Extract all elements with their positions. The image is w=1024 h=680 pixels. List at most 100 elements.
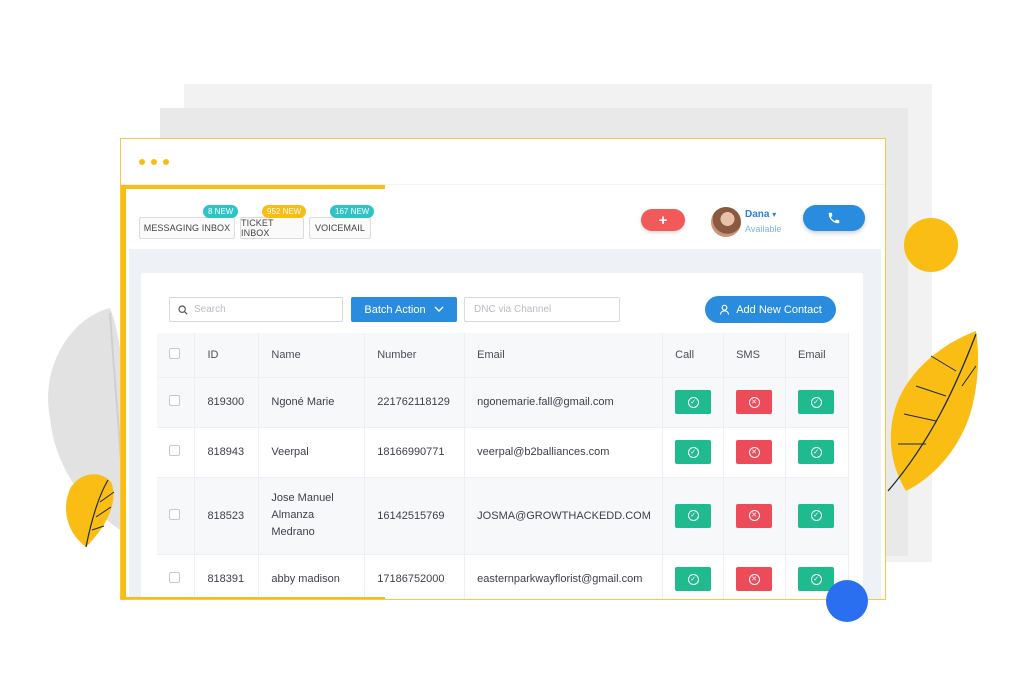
window-dot[interactable] — [151, 159, 157, 165]
column-header-number[interactable]: Number — [364, 333, 466, 377]
cell-name: Veerpal — [258, 426, 366, 477]
row-select-cell — [157, 553, 196, 599]
cell-email: JOSMA@GROWTHACKEDD.COM — [464, 476, 664, 554]
contacts-panel: Search Batch Action DNC via Channel Add … — [141, 273, 863, 599]
table-row[interactable]: 819300 Ngoné Marie 221762118129 ngonemar… — [157, 376, 849, 427]
row-select-cell — [157, 476, 196, 554]
sms-blocked-button[interactable]: ✕ — [736, 503, 773, 528]
phone-button[interactable] — [803, 205, 865, 231]
batch-action-dropdown[interactable]: Batch Action — [351, 297, 457, 322]
cell-email: easternparkwayflorist@gmail.com — [464, 553, 664, 599]
row-checkbox[interactable] — [169, 445, 180, 456]
cell-email: veerpal@b2balliances.com — [464, 426, 664, 477]
table-row[interactable]: 818391 abby madison 17186752000 easternp… — [157, 553, 849, 599]
cell-name: Jose Manuel Almanza Medrano — [258, 476, 366, 554]
chat-widget-button[interactable] — [826, 580, 868, 622]
cell-email: ngonemarie.fall@gmail.com — [464, 376, 664, 427]
cell-call: ✓ — [662, 553, 725, 599]
check-circle-icon: ✓ — [810, 446, 822, 458]
row-select-cell — [157, 426, 196, 477]
x-circle-icon: ✕ — [748, 446, 760, 458]
window-dot[interactable] — [139, 159, 145, 165]
cell-name: Ngoné Marie — [258, 376, 366, 427]
messaging-new-badge: 8 NEW — [203, 205, 239, 218]
dnc-channel-input[interactable]: DNC via Channel — [464, 297, 620, 322]
cell-id: 818523 — [194, 476, 260, 554]
call-allowed-button[interactable]: ✓ — [675, 440, 712, 464]
cell-id: 819300 — [194, 376, 260, 427]
cell-call: ✓ — [662, 376, 725, 427]
batch-action-label: Batch Action — [364, 303, 426, 316]
tab-voicemail[interactable]: VOICEMAIL — [309, 217, 371, 239]
row-checkbox[interactable] — [169, 572, 180, 584]
column-header-email[interactable]: Email — [464, 333, 664, 377]
add-button[interactable]: + — [641, 209, 685, 231]
sms-blocked-button[interactable]: ✕ — [736, 390, 773, 414]
table-row[interactable]: 818943 Veerpal 18166990771 veerpal@b2bal… — [157, 426, 849, 477]
column-header-sms[interactable]: SMS — [723, 333, 787, 377]
call-allowed-button[interactable]: ✓ — [675, 503, 712, 528]
tab-messaging-inbox[interactable]: MESSAGING INBOX — [139, 217, 235, 239]
screenshot-stage: MESSAGING INBOX 8 NEW TICKET INBOX 952 N… — [0, 0, 1024, 680]
cell-name: abby madison — [258, 553, 366, 599]
column-header-id[interactable]: ID — [194, 333, 260, 377]
sms-blocked-button[interactable]: ✕ — [736, 440, 773, 464]
email-allowed-button[interactable]: ✓ — [798, 567, 835, 592]
window-dot[interactable] — [163, 159, 169, 165]
row-checkbox[interactable] — [169, 508, 180, 520]
table-row[interactable]: 818523 Jose Manuel Almanza Medrano 16142… — [157, 476, 849, 554]
call-allowed-button[interactable]: ✓ — [675, 567, 712, 592]
user-menu[interactable]: Dana ▾ — [745, 209, 776, 220]
check-circle-icon: ✓ — [687, 396, 699, 408]
check-circle-icon: ✓ — [687, 510, 699, 521]
contacts-table: ID Name Number Email Call SMS Email 8193… — [157, 333, 849, 599]
cell-email-status: ✓ — [785, 376, 849, 427]
user-name: Dana — [745, 209, 770, 220]
search-icon — [178, 304, 188, 315]
yellow-frame-accent — [121, 185, 385, 189]
tab-ticket-inbox[interactable]: TICKET INBOX — [240, 217, 304, 239]
check-circle-icon: ✓ — [810, 573, 822, 585]
ticket-new-badge: 952 NEW — [262, 205, 307, 218]
select-all-checkbox[interactable] — [169, 347, 180, 359]
column-header-call[interactable]: Call — [662, 333, 725, 377]
column-header-email-status[interactable]: Email — [785, 333, 849, 377]
cell-sms: ✕ — [723, 476, 787, 554]
yellow-circle-decoration — [904, 218, 958, 272]
cell-email-status: ✓ — [785, 476, 849, 554]
chevron-down-icon: ▾ — [772, 210, 777, 219]
avatar[interactable] — [711, 207, 741, 237]
cell-email-status: ✓ — [785, 426, 849, 477]
x-circle-icon: ✕ — [748, 396, 760, 408]
call-allowed-button[interactable]: ✓ — [675, 390, 712, 414]
cell-sms: ✕ — [723, 426, 787, 477]
search-input[interactable]: Search — [169, 297, 343, 322]
sms-blocked-button[interactable]: ✕ — [736, 567, 773, 592]
email-allowed-button[interactable]: ✓ — [798, 440, 835, 464]
add-new-contact-label: Add New Contact — [736, 303, 822, 316]
yellow-frame-accent — [121, 597, 385, 599]
check-circle-icon: ✓ — [810, 510, 822, 521]
yellow-frame-accent — [121, 185, 126, 599]
cell-sms: ✕ — [723, 553, 787, 599]
phone-icon — [828, 212, 840, 224]
email-allowed-button[interactable]: ✓ — [798, 503, 835, 528]
app-header: MESSAGING INBOX 8 NEW TICKET INBOX 952 N… — [129, 189, 881, 249]
row-select-cell — [157, 376, 196, 427]
check-circle-icon: ✓ — [687, 446, 699, 458]
column-header-name[interactable]: Name — [258, 333, 366, 377]
window-titlebar — [121, 139, 885, 185]
user-icon — [720, 304, 730, 315]
cell-number: 221762118129 — [364, 376, 466, 427]
cell-sms: ✕ — [723, 376, 787, 427]
user-status: Available — [745, 224, 782, 234]
cell-number: 17186752000 — [364, 553, 466, 599]
cell-call: ✓ — [662, 426, 725, 477]
add-new-contact-button[interactable]: Add New Contact — [705, 296, 836, 323]
x-circle-icon: ✕ — [748, 573, 760, 585]
row-checkbox[interactable] — [169, 395, 180, 406]
cell-number: 16142515769 — [364, 476, 466, 554]
email-allowed-button[interactable]: ✓ — [798, 390, 835, 414]
select-all-cell — [157, 333, 196, 377]
window-controls — [139, 159, 169, 165]
